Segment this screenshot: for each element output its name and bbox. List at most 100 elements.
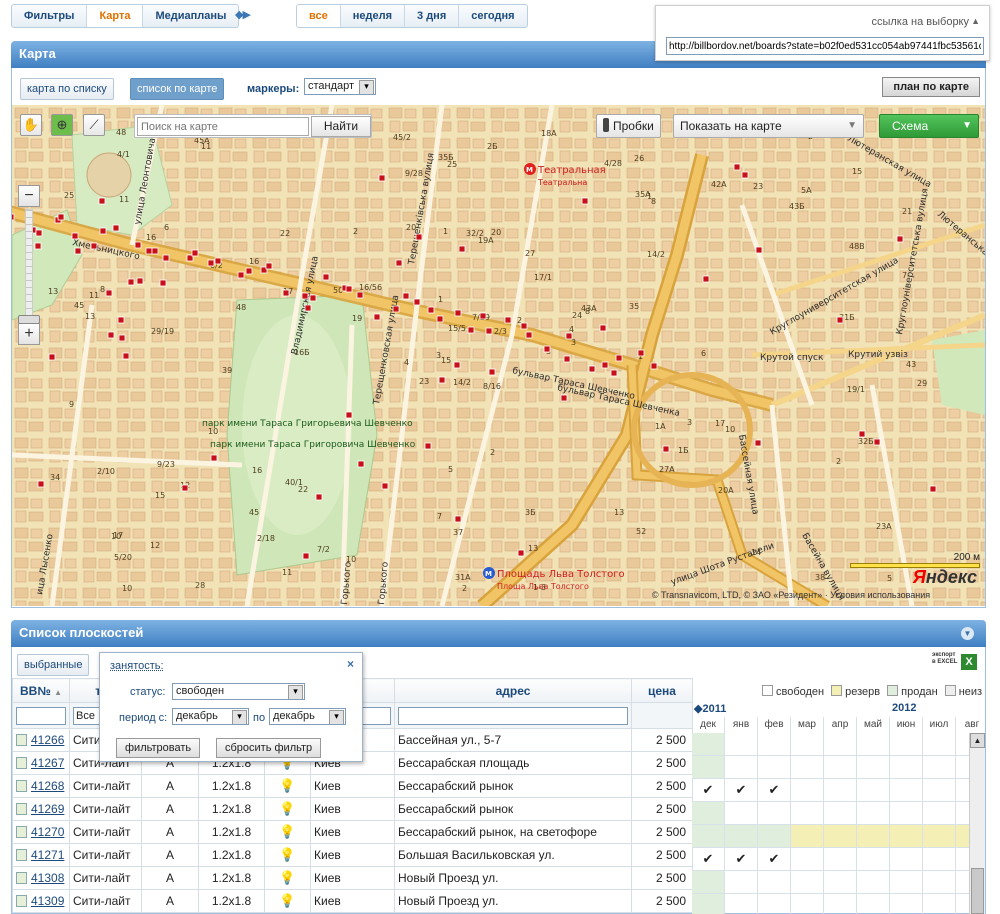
calendar-cell[interactable]: [923, 756, 956, 778]
calendar-cell[interactable]: [758, 871, 791, 893]
calendar-cell[interactable]: ✔: [692, 848, 725, 870]
nav-arrows-icon[interactable]: ◆▶: [235, 8, 251, 21]
photo-icon[interactable]: [16, 849, 27, 861]
reset-filter-button[interactable]: сбросить фильтр: [216, 738, 322, 758]
calendar-cell[interactable]: [923, 894, 956, 914]
billboard-marker[interactable]: [836, 316, 844, 324]
calendar-cell[interactable]: [791, 825, 824, 847]
calendar-cell[interactable]: [791, 733, 824, 755]
billboard-marker[interactable]: [74, 247, 82, 255]
calendar-cell[interactable]: [758, 894, 791, 914]
calendar-cell[interactable]: [857, 825, 890, 847]
billboard-marker[interactable]: [322, 273, 330, 281]
billboard-marker[interactable]: [755, 246, 763, 254]
status-select[interactable]: свободен: [172, 683, 305, 700]
photo-icon[interactable]: [16, 895, 27, 907]
hand-tool-icon[interactable]: ✋: [20, 114, 42, 136]
billboard-marker[interactable]: [381, 482, 389, 490]
billboard-marker[interactable]: [588, 365, 596, 373]
billboard-marker[interactable]: [454, 309, 462, 317]
billboard-marker[interactable]: [454, 515, 462, 523]
billboard-marker[interactable]: [210, 454, 218, 462]
calendar-cell[interactable]: [923, 825, 956, 847]
billboard-marker[interactable]: [136, 277, 144, 285]
billboard-marker[interactable]: [467, 326, 475, 334]
calendar-cell[interactable]: [791, 871, 824, 893]
bb-number-link[interactable]: 41271: [31, 848, 64, 862]
billboard-marker[interactable]: [37, 480, 45, 488]
filter-address[interactable]: [398, 706, 628, 725]
markers-select[interactable]: стандарт: [304, 78, 376, 95]
billboard-marker[interactable]: [637, 349, 645, 357]
bb-number-link[interactable]: 41308: [31, 871, 64, 885]
table-row[interactable]: 41271 Сити-лайт A 1.2x1.8 💡 Киев Большая Васил…: [12, 843, 693, 867]
map-type-select[interactable]: Схема ▼: [879, 114, 979, 138]
billboard-marker[interactable]: [415, 233, 423, 241]
photo-icon[interactable]: [16, 780, 27, 792]
billboard-marker[interactable]: [610, 369, 618, 377]
apply-filter-button[interactable]: фильтровать: [116, 738, 201, 758]
tab-filters[interactable]: Фильтры: [12, 5, 88, 27]
calendar-cell[interactable]: [692, 733, 725, 755]
billboard-marker[interactable]: [12, 213, 15, 221]
calendar-cell[interactable]: [725, 802, 758, 824]
calendar-cell[interactable]: [890, 825, 923, 847]
calendar-cell[interactable]: [824, 779, 857, 801]
table-row[interactable]: 41268 Сити-лайт A 1.2x1.8 💡 Киев Бессарабский …: [12, 774, 693, 798]
calendar-cell[interactable]: [824, 871, 857, 893]
billboard-marker[interactable]: [151, 247, 159, 255]
calendar-cell[interactable]: [791, 779, 824, 801]
calendar-cell[interactable]: [857, 756, 890, 778]
traffic-button[interactable]: Пробки: [596, 114, 661, 138]
calendar-cell[interactable]: [692, 825, 725, 847]
billboard-marker[interactable]: [345, 285, 353, 293]
billboard-marker[interactable]: [438, 376, 446, 384]
calendar-cell[interactable]: [824, 733, 857, 755]
photo-icon[interactable]: [16, 803, 27, 815]
billboard-marker[interactable]: [395, 259, 403, 267]
billboard-marker[interactable]: [301, 292, 309, 300]
billboard-marker[interactable]: [378, 174, 386, 182]
show-on-map-select[interactable]: Показать на карте ▼: [673, 114, 864, 138]
billboard-marker[interactable]: [599, 324, 607, 332]
billboard-marker[interactable]: [485, 327, 493, 335]
billboard-marker[interactable]: [520, 322, 528, 330]
calendar-cell[interactable]: [890, 756, 923, 778]
tab-mediaplans[interactable]: Медиапланы: [143, 5, 238, 27]
calendar-cell[interactable]: [923, 802, 956, 824]
calendar-cell[interactable]: [725, 825, 758, 847]
period-today[interactable]: сегодня: [459, 5, 526, 27]
billboard-marker[interactable]: [245, 267, 253, 275]
calendar-cell[interactable]: [791, 802, 824, 824]
billboard-marker[interactable]: [929, 485, 937, 493]
calendar-cell[interactable]: [857, 894, 890, 914]
billboard-marker[interactable]: [650, 362, 658, 370]
billboard-marker[interactable]: [543, 345, 551, 353]
period-from-select[interactable]: декабрь: [172, 708, 249, 725]
billboard-marker[interactable]: [563, 355, 571, 363]
calendar-cell[interactable]: [824, 825, 857, 847]
billboard-marker[interactable]: [436, 315, 444, 323]
calendar-cell[interactable]: [857, 848, 890, 870]
map-copyright[interactable]: © Transnavicom, LTD, © ЗАО «Резидент» · …: [652, 590, 930, 600]
billboard-marker[interactable]: [90, 242, 98, 250]
billboard-marker[interactable]: [48, 353, 56, 361]
magnifier-tool-icon[interactable]: ⊕: [51, 114, 73, 136]
billboard-marker[interactable]: [702, 275, 710, 283]
calendar-cell[interactable]: [758, 756, 791, 778]
billboard-marker[interactable]: [98, 197, 106, 205]
calendar-cell[interactable]: [824, 802, 857, 824]
photo-icon[interactable]: [16, 734, 27, 746]
calendar-cell[interactable]: [857, 871, 890, 893]
billboard-marker[interactable]: [112, 224, 120, 232]
billboard-marker[interactable]: [191, 249, 199, 257]
list-by-map-button[interactable]: список по карте: [130, 78, 225, 100]
export-excel-button[interactable]: экспорт в EXCEL X: [932, 652, 977, 670]
calendar-cell[interactable]: [758, 825, 791, 847]
billboard-marker[interactable]: [282, 289, 290, 297]
billboard-marker[interactable]: [373, 313, 381, 321]
billboard-marker[interactable]: [858, 430, 866, 438]
calendar-cell[interactable]: [923, 871, 956, 893]
billboard-marker[interactable]: [458, 245, 466, 253]
table-row[interactable]: 41270 Сити-лайт A 1.2x1.8 💡 Киев Бессарабский …: [12, 820, 693, 844]
